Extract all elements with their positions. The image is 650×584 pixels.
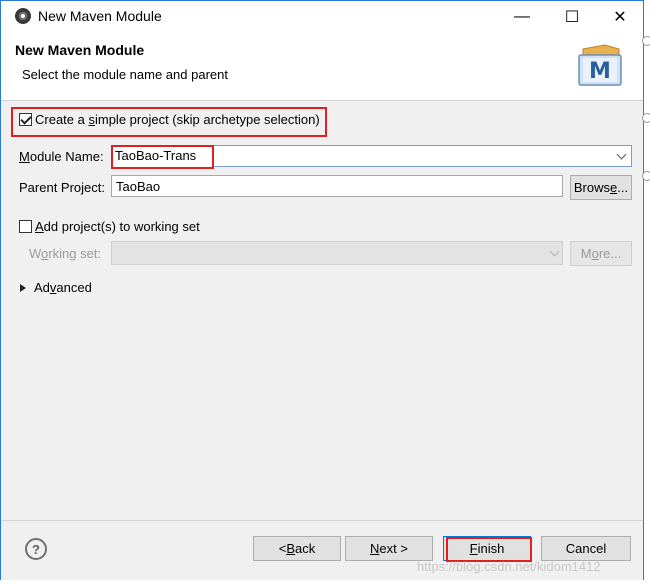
fold-marker-icon — [642, 113, 650, 123]
simple-project-checkbox[interactable] — [19, 113, 32, 126]
working-set-label: Working set: — [29, 246, 102, 261]
simple-project-label[interactable]: Create a simple project (skip archetype … — [35, 112, 320, 127]
expand-arrow-icon[interactable] — [20, 284, 26, 292]
watermark-text: https://blog.csdn.net/kidom1412 — [417, 559, 601, 574]
back-button[interactable]: < Back — [253, 536, 341, 561]
maven-logo-letter: M — [589, 59, 611, 84]
wizard-header: New Maven Module Select the module name … — [1, 32, 643, 101]
working-set-combo[interactable] — [111, 241, 563, 265]
parent-project-value: TaoBao — [116, 179, 161, 194]
close-button[interactable]: ✕ — [597, 1, 643, 32]
working-set-checkbox[interactable] — [19, 220, 32, 233]
working-set-checkbox-label[interactable]: Add project(s) to working set — [35, 219, 200, 234]
cancel-button[interactable]: Cancel — [541, 536, 631, 561]
fold-marker-icon — [642, 171, 650, 181]
chevron-down-icon — [549, 246, 560, 257]
more-button[interactable]: Mo re... — [570, 241, 632, 266]
browse-button[interactable]: Brows e... — [570, 175, 632, 200]
fold-marker-icon — [642, 36, 650, 46]
maximize-button[interactable]: ☐ — [549, 1, 595, 32]
window-title: New Maven Module — [38, 8, 162, 24]
advanced-section-toggle[interactable]: Advanced — [34, 280, 92, 295]
dialog-window: New Maven Module — ☐ ✕ New Maven Module … — [0, 0, 644, 580]
minimize-button[interactable]: — — [499, 1, 545, 32]
eclipse-icon — [15, 8, 31, 24]
module-name-input[interactable]: TaoBao-Trans — [115, 148, 196, 163]
chevron-down-icon[interactable] — [616, 149, 627, 160]
button-bar: ? < Back Next > Finish Cancel https://bl… — [1, 520, 643, 580]
title-bar: New Maven Module — ☐ ✕ — [1, 1, 643, 32]
parent-project-label: Parent Project: — [19, 180, 105, 195]
maven-logo-icon: M — [578, 44, 622, 86]
wizard-description: Select the module name and parent — [22, 67, 228, 82]
parent-project-field[interactable]: TaoBao — [111, 175, 563, 197]
wizard-title: New Maven Module — [15, 42, 145, 58]
module-name-label: Module Name: — [19, 149, 104, 164]
next-button[interactable]: Next > — [345, 536, 433, 561]
help-icon[interactable]: ? — [25, 538, 47, 560]
